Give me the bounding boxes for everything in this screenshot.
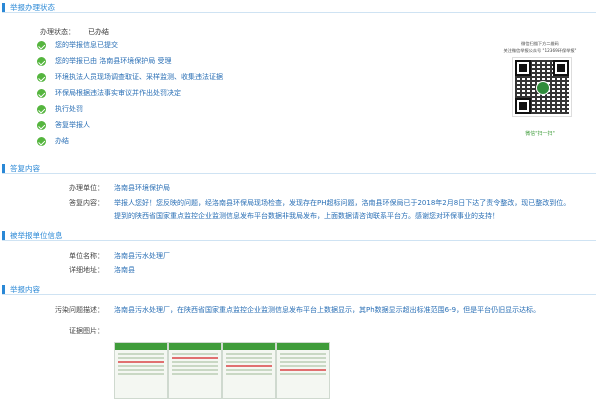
section-title: 被举报单位信息 — [10, 231, 63, 240]
section-title: 举报办理状态 — [10, 3, 55, 12]
reply-label: 答复内容： — [69, 199, 104, 207]
logo-icon — [536, 81, 550, 95]
step-decision: 环保局根据违法事实审议并作出处罚决定 — [55, 89, 181, 97]
evidence-images-label: 证据图片： — [69, 327, 104, 335]
check-icon — [37, 121, 46, 130]
section-header-report-content: 举报内容 — [2, 285, 596, 295]
section-marker — [2, 3, 5, 12]
evidence-image[interactable] — [114, 342, 168, 399]
step-submitted: 您的举报信息已提交 — [55, 41, 118, 49]
section-title: 举报内容 — [10, 285, 40, 294]
evidence-image[interactable] — [168, 342, 222, 399]
evidence-image[interactable] — [276, 342, 330, 399]
problem-description-label: 污染问题描述： — [55, 306, 104, 314]
problem-description-value: 洛南县污水处理厂，在陕西省国家重点监控企业监测信息发布平台上数据显示，其Ph数据… — [114, 306, 541, 314]
section-header-reported-unit: 被举报单位信息 — [2, 231, 596, 241]
check-icon — [37, 105, 46, 114]
handling-unit-label: 办理单位： — [69, 184, 104, 192]
evidence-image[interactable] — [222, 342, 276, 399]
section-marker — [2, 164, 5, 173]
section-marker — [2, 285, 5, 294]
qr-scan-label: 微信"扫一扫" — [525, 131, 555, 137]
status-value: 已办结 — [88, 28, 109, 36]
status-label: 办理状态： — [40, 28, 75, 36]
qr-caption-line1: 微信扫描下方二维码 — [521, 41, 559, 46]
address-label: 详细地址： — [69, 266, 104, 274]
check-icon — [37, 137, 46, 146]
qr-code-image — [512, 57, 572, 117]
section-title: 答复内容 — [10, 164, 40, 173]
section-marker — [2, 231, 5, 240]
check-icon — [37, 41, 46, 50]
handling-unit-value: 洛南县环境保护局 — [114, 184, 170, 192]
qr-caption-line2: 关注微信举报公众号 "12369环保举报" — [503, 48, 577, 53]
step-investigation: 环境执法人员现场调查取证、采样监测、收集违法证据 — [55, 73, 223, 81]
step-accepted: 您的举报已由 洛南县环境保护局 受理 — [55, 57, 172, 65]
step-reply: 答复举报人 — [55, 121, 90, 129]
unit-name-label: 单位名称： — [69, 252, 104, 260]
address-value: 洛南县 — [114, 266, 135, 274]
unit-name-value: 洛南县污水处理厂 — [114, 252, 170, 260]
section-header-report-status: 举报办理状态 — [2, 3, 596, 13]
check-icon — [37, 89, 46, 98]
check-icon — [37, 57, 46, 66]
section-header-reply: 答复内容 — [2, 164, 596, 174]
check-icon — [37, 73, 46, 82]
step-closed: 办结 — [55, 137, 69, 145]
reply-text: 举报人您好！您反映的问题，经洛南县环保局现场检查，发现存在PH超标问题，洛南县环… — [114, 199, 571, 220]
step-penalty: 执行处罚 — [55, 105, 83, 113]
